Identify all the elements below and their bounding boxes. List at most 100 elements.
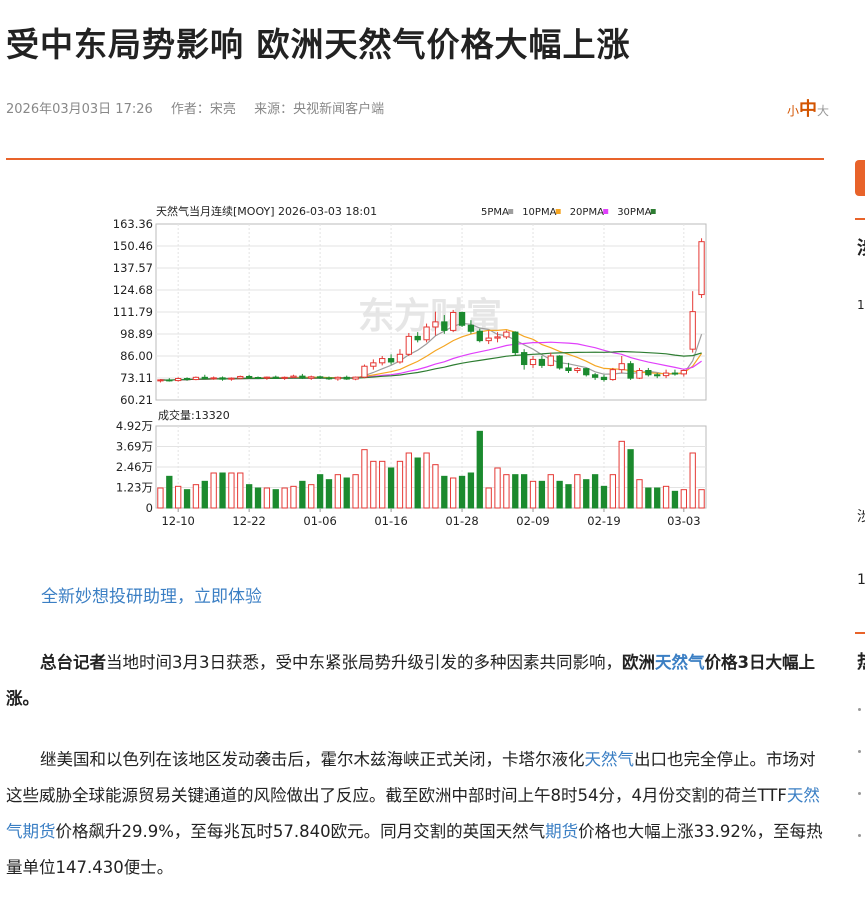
author-label: 作者： — [170, 102, 210, 117]
volume-label: 成交量:13320 — [158, 408, 230, 422]
date-tick-label: 01-06 — [303, 514, 336, 528]
author-info: 作者：宋亮 — [171, 102, 236, 117]
legend-label: 20PMA — [570, 207, 604, 218]
candle-body — [618, 363, 625, 371]
volume-bar — [441, 475, 448, 509]
price-tick-label: 73.11 — [120, 371, 153, 385]
ma-line-20pma — [160, 341, 702, 381]
candle-body — [387, 358, 395, 363]
volume-bar — [387, 467, 395, 509]
volume-bar — [494, 467, 501, 509]
source-name[interactable]: 央视新闻客户端 — [293, 102, 384, 117]
date-tick-label: 02-09 — [516, 514, 549, 528]
candle-body — [574, 368, 581, 371]
promo-link[interactable]: 全新妙想投研助理，立即体验 — [41, 582, 262, 607]
candlestick-chart: 天然气当月连续[MOOY] 2026-03-03 18:01 5PMA 10PMA… — [113, 204, 707, 528]
volume-tick-label: 0 — [146, 501, 153, 515]
publish-datetime: 2026年03月03日 17:26 — [6, 102, 153, 117]
chart-watermark: 东方财富 — [358, 295, 502, 337]
sidebar-bullet — [858, 708, 861, 711]
volume-bar — [210, 472, 217, 509]
price-chart[interactable]: 天然气当月连续[MOOY] 2026-03-03 18:01 5PMA 10PMA… — [108, 198, 718, 533]
natural-gas-link[interactable]: 天然气 — [655, 653, 705, 672]
candle-body — [547, 355, 554, 366]
paragraph-2: 继美国和以色列在该地区发动袭击后，霍尔木兹海峡正式关闭，卡塔尔液化天然气出口也完… — [6, 742, 824, 886]
source-label: 来源： — [254, 102, 294, 117]
candle-body — [423, 326, 430, 341]
volume-bar — [325, 479, 333, 509]
volume-bar — [467, 472, 475, 509]
sidebar-text: 涉 — [857, 509, 865, 525]
volume-bar — [237, 472, 244, 509]
candle-body — [503, 331, 510, 338]
volume-bar — [396, 460, 404, 509]
candle-body — [494, 336, 501, 339]
volume-bar — [272, 489, 279, 509]
candle-body — [485, 337, 492, 342]
price-tick-label: 60.21 — [120, 393, 153, 407]
sidebar-bullet — [858, 750, 861, 753]
volume-bar — [379, 460, 386, 509]
volume-bar — [157, 487, 164, 509]
natural-gas-link[interactable]: 天然气 — [585, 750, 635, 769]
article-title: 受中东局势影响 欧洲天然气价格大幅上涨 — [6, 25, 631, 64]
legend-swatch — [508, 209, 514, 214]
candle-body — [671, 372, 679, 375]
text: 继美国和以色列在该地区发动袭击后，霍尔木兹海峡正式关闭，卡塔尔液化 — [40, 750, 585, 769]
date-tick-label: 02-19 — [587, 514, 620, 528]
volume-bar — [591, 474, 599, 509]
sidebar-text: 1 — [857, 572, 865, 588]
candle-body — [157, 379, 164, 382]
candle-body — [698, 241, 705, 296]
candle-body — [379, 358, 386, 364]
candle-body — [325, 377, 333, 380]
price-tick-label: 86.00 — [120, 349, 153, 363]
candle-body — [254, 376, 262, 379]
volume-bar — [281, 487, 288, 509]
candle-body — [432, 321, 439, 328]
volume-bar — [245, 484, 253, 509]
volume-bars — [157, 430, 705, 509]
price-tick-label: 124.68 — [113, 283, 153, 297]
font-large-button[interactable]: 大 — [817, 104, 829, 118]
legend-label: 30PMA — [617, 207, 651, 218]
futures-link[interactable]: 期货 — [545, 822, 578, 841]
candle-body — [654, 374, 661, 377]
volume-bar — [583, 479, 590, 509]
font-small-button[interactable]: 小 — [787, 104, 799, 118]
candle-body — [689, 311, 696, 350]
volume-bar — [290, 485, 297, 509]
volume-bar — [219, 472, 226, 509]
volume-bar — [432, 464, 439, 509]
volume-bar — [671, 490, 679, 509]
candle-body — [175, 378, 182, 382]
volume-bar — [556, 480, 563, 509]
price-tick-label: 137.57 — [113, 261, 153, 275]
volume-bar — [334, 474, 342, 509]
sidebar-divider — [855, 218, 865, 220]
reporter-lead: 总台记者 — [40, 653, 106, 672]
volume-bar — [361, 449, 368, 509]
candle-body — [343, 376, 350, 380]
candle-body — [512, 331, 519, 354]
volume-bar — [680, 489, 687, 509]
sidebar-heading: 涉 — [857, 234, 865, 260]
volume-bar — [627, 449, 634, 509]
date-tick-label: 03-03 — [667, 514, 700, 528]
author-name: 宋亮 — [209, 102, 236, 117]
chart-title: 天然气当月连续[MOOY] 2026-03-03 18:01 — [156, 204, 377, 218]
candle-body — [450, 311, 457, 331]
candle-body — [201, 376, 208, 380]
volume-tick-label: 1.23万 — [116, 481, 153, 495]
candle-body — [352, 376, 359, 380]
font-medium-button[interactable]: 中 — [799, 99, 817, 120]
volume-bar — [485, 487, 492, 509]
legend-label: 5PMA — [481, 207, 509, 218]
volume-bar — [450, 477, 457, 509]
candle-body — [680, 369, 687, 375]
volume-bar — [370, 460, 377, 509]
candle-body — [520, 352, 528, 366]
volume-bar — [166, 475, 173, 509]
sidebar-text: 1 — [857, 298, 865, 312]
sidebar-tab[interactable] — [855, 160, 865, 196]
